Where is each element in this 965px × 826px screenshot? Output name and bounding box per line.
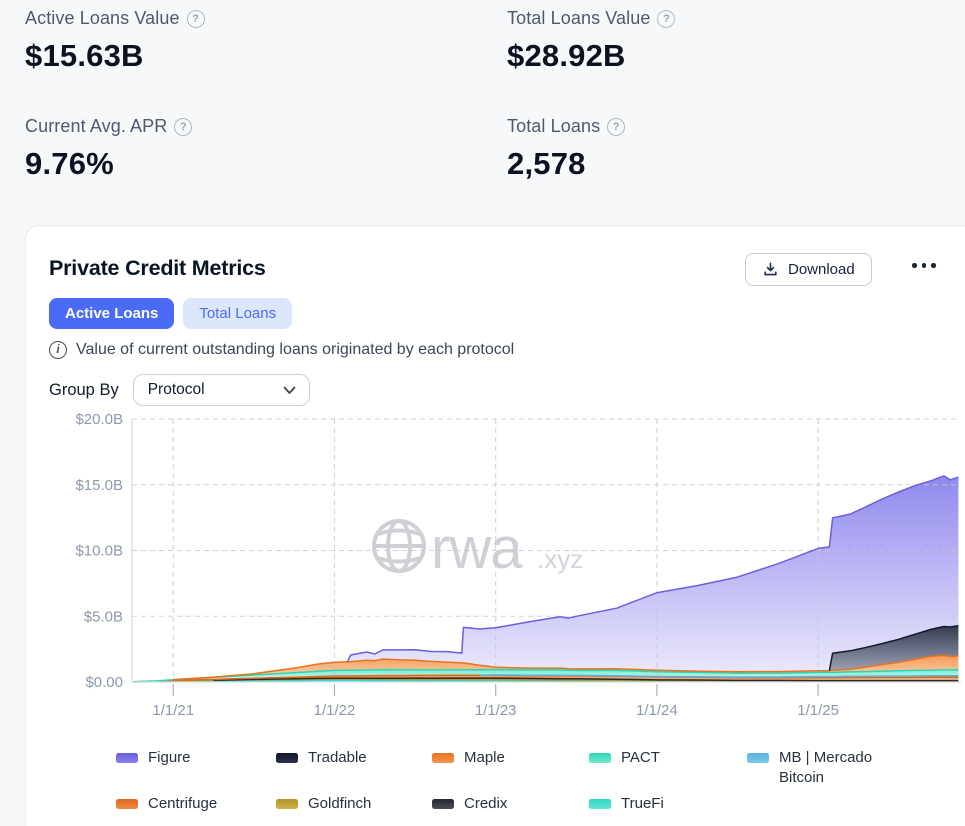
rwa-watermark: rwa .xyz bbox=[374, 516, 583, 581]
stat-current-avg-apr: Current Avg. APR ? 9.76% bbox=[25, 116, 192, 182]
help-icon[interactable]: ? bbox=[607, 118, 625, 136]
more-options-icon[interactable] bbox=[908, 259, 940, 272]
group-by-selected-value: Protocol bbox=[148, 381, 205, 399]
legend-label: Centrifuge bbox=[148, 794, 217, 814]
stat-label: Total Loans Value bbox=[507, 8, 650, 29]
mb-mercado-bitcoin-swatch-icon bbox=[747, 753, 769, 763]
y-axis-tick-label: $20.0B bbox=[75, 411, 123, 428]
stat-active-loans-value: Active Loans Value ? $15.63B bbox=[25, 8, 205, 74]
y-axis-tick-label: $10.0B bbox=[75, 543, 123, 560]
legend-label: TrueFi bbox=[621, 794, 664, 814]
legend-item-truefi[interactable]: TrueFi bbox=[589, 794, 747, 814]
tab-total-loans[interactable]: Total Loans bbox=[183, 298, 292, 329]
group-by-label: Group By bbox=[49, 381, 119, 400]
stat-total-loans-value: Total Loans Value ? $28.92B bbox=[507, 8, 675, 74]
legend-label: PACT bbox=[621, 748, 660, 768]
x-axis-tick-label: 1/1/22 bbox=[314, 702, 356, 719]
area-figure bbox=[133, 476, 958, 682]
svg-text:.xyz: .xyz bbox=[537, 544, 583, 574]
info-icon: i bbox=[49, 341, 67, 359]
group-by-select[interactable]: Protocol bbox=[133, 374, 310, 406]
pact-swatch-icon bbox=[589, 753, 611, 763]
private-credit-metrics-card: Private Credit Metrics Download Active L… bbox=[25, 225, 965, 826]
tab-active-loans[interactable]: Active Loans bbox=[49, 298, 174, 329]
centrifuge-swatch-icon bbox=[116, 799, 138, 809]
legend-item-figure[interactable]: Figure bbox=[116, 748, 276, 788]
download-icon bbox=[762, 261, 779, 278]
truefi-swatch-icon bbox=[589, 799, 611, 809]
y-axis-tick-label: $15.0B bbox=[75, 477, 123, 494]
chevron-down-icon bbox=[283, 386, 296, 395]
y-axis-tick-label: $5.0B bbox=[84, 608, 123, 625]
maple-swatch-icon bbox=[432, 753, 454, 763]
legend-label: Tradable bbox=[308, 748, 367, 768]
chart-description-row: i Value of current outstanding loans ori… bbox=[49, 341, 514, 359]
help-icon[interactable]: ? bbox=[187, 10, 205, 28]
group-by-row: Group By Protocol bbox=[49, 374, 310, 406]
help-icon[interactable]: ? bbox=[174, 118, 192, 136]
stat-value: 2,578 bbox=[507, 146, 625, 182]
metric-tabs: Active Loans Total Loans bbox=[49, 298, 292, 329]
legend-item-goldfinch[interactable]: Goldfinch bbox=[276, 794, 432, 814]
x-axis-tick-label: 1/1/23 bbox=[475, 702, 517, 719]
figure-swatch-icon bbox=[116, 753, 138, 763]
tradable-swatch-icon bbox=[276, 753, 298, 763]
legend-label: Maple bbox=[464, 748, 505, 768]
goldfinch-swatch-icon bbox=[276, 799, 298, 809]
legend-item-maple[interactable]: Maple bbox=[432, 748, 589, 788]
legend-label: Goldfinch bbox=[308, 794, 371, 814]
stat-value: 9.76% bbox=[25, 146, 192, 182]
card-title: Private Credit Metrics bbox=[49, 256, 266, 281]
legend-item-centrifuge[interactable]: Centrifuge bbox=[116, 794, 276, 814]
stat-label: Total Loans bbox=[507, 116, 600, 137]
legend-label: Credix bbox=[464, 794, 507, 814]
download-button-label: Download bbox=[788, 261, 855, 278]
legend-item-pact[interactable]: PACT bbox=[589, 748, 747, 788]
legend-item-tradable[interactable]: Tradable bbox=[276, 748, 432, 788]
chart-legend: Figure Tradable Maple PACT MB | Mercado Bitc… bbox=[116, 748, 965, 814]
download-button[interactable]: Download bbox=[745, 253, 872, 286]
chart-areas bbox=[133, 476, 958, 682]
legend-item-credix[interactable]: Credix bbox=[432, 794, 589, 814]
x-axis-tick-label: 1/1/24 bbox=[636, 702, 678, 719]
legend-item-mb-mercado-bitcoin[interactable]: MB | Mercado Bitcoin bbox=[747, 748, 965, 788]
stat-label: Active Loans Value bbox=[25, 8, 180, 29]
help-icon[interactable]: ? bbox=[657, 10, 675, 28]
stacked-area-chart[interactable]: rwa .xyz $0.00 $5.0B $10.0B $15.0B $20.0B 1/1/2… bbox=[26, 409, 965, 739]
legend-label: Figure bbox=[148, 748, 191, 768]
chart-description: Value of current outstanding loans origi… bbox=[76, 341, 514, 359]
svg-text:rwa: rwa bbox=[431, 516, 523, 581]
y-axis-tick-label: $0.00 bbox=[85, 674, 123, 691]
stat-value: $28.92B bbox=[507, 38, 675, 74]
stat-label: Current Avg. APR bbox=[25, 116, 167, 137]
credix-swatch-icon bbox=[432, 799, 454, 809]
stat-value: $15.63B bbox=[25, 38, 205, 74]
dashboard-page: Active Loans Value ? $15.63B Total Loans… bbox=[0, 0, 965, 826]
x-axis-tick-label: 1/1/25 bbox=[797, 702, 839, 719]
x-axis-tick-label: 1/1/21 bbox=[152, 702, 194, 719]
stat-total-loans: Total Loans ? 2,578 bbox=[507, 116, 625, 182]
legend-label: MB | Mercado Bitcoin bbox=[779, 748, 899, 788]
